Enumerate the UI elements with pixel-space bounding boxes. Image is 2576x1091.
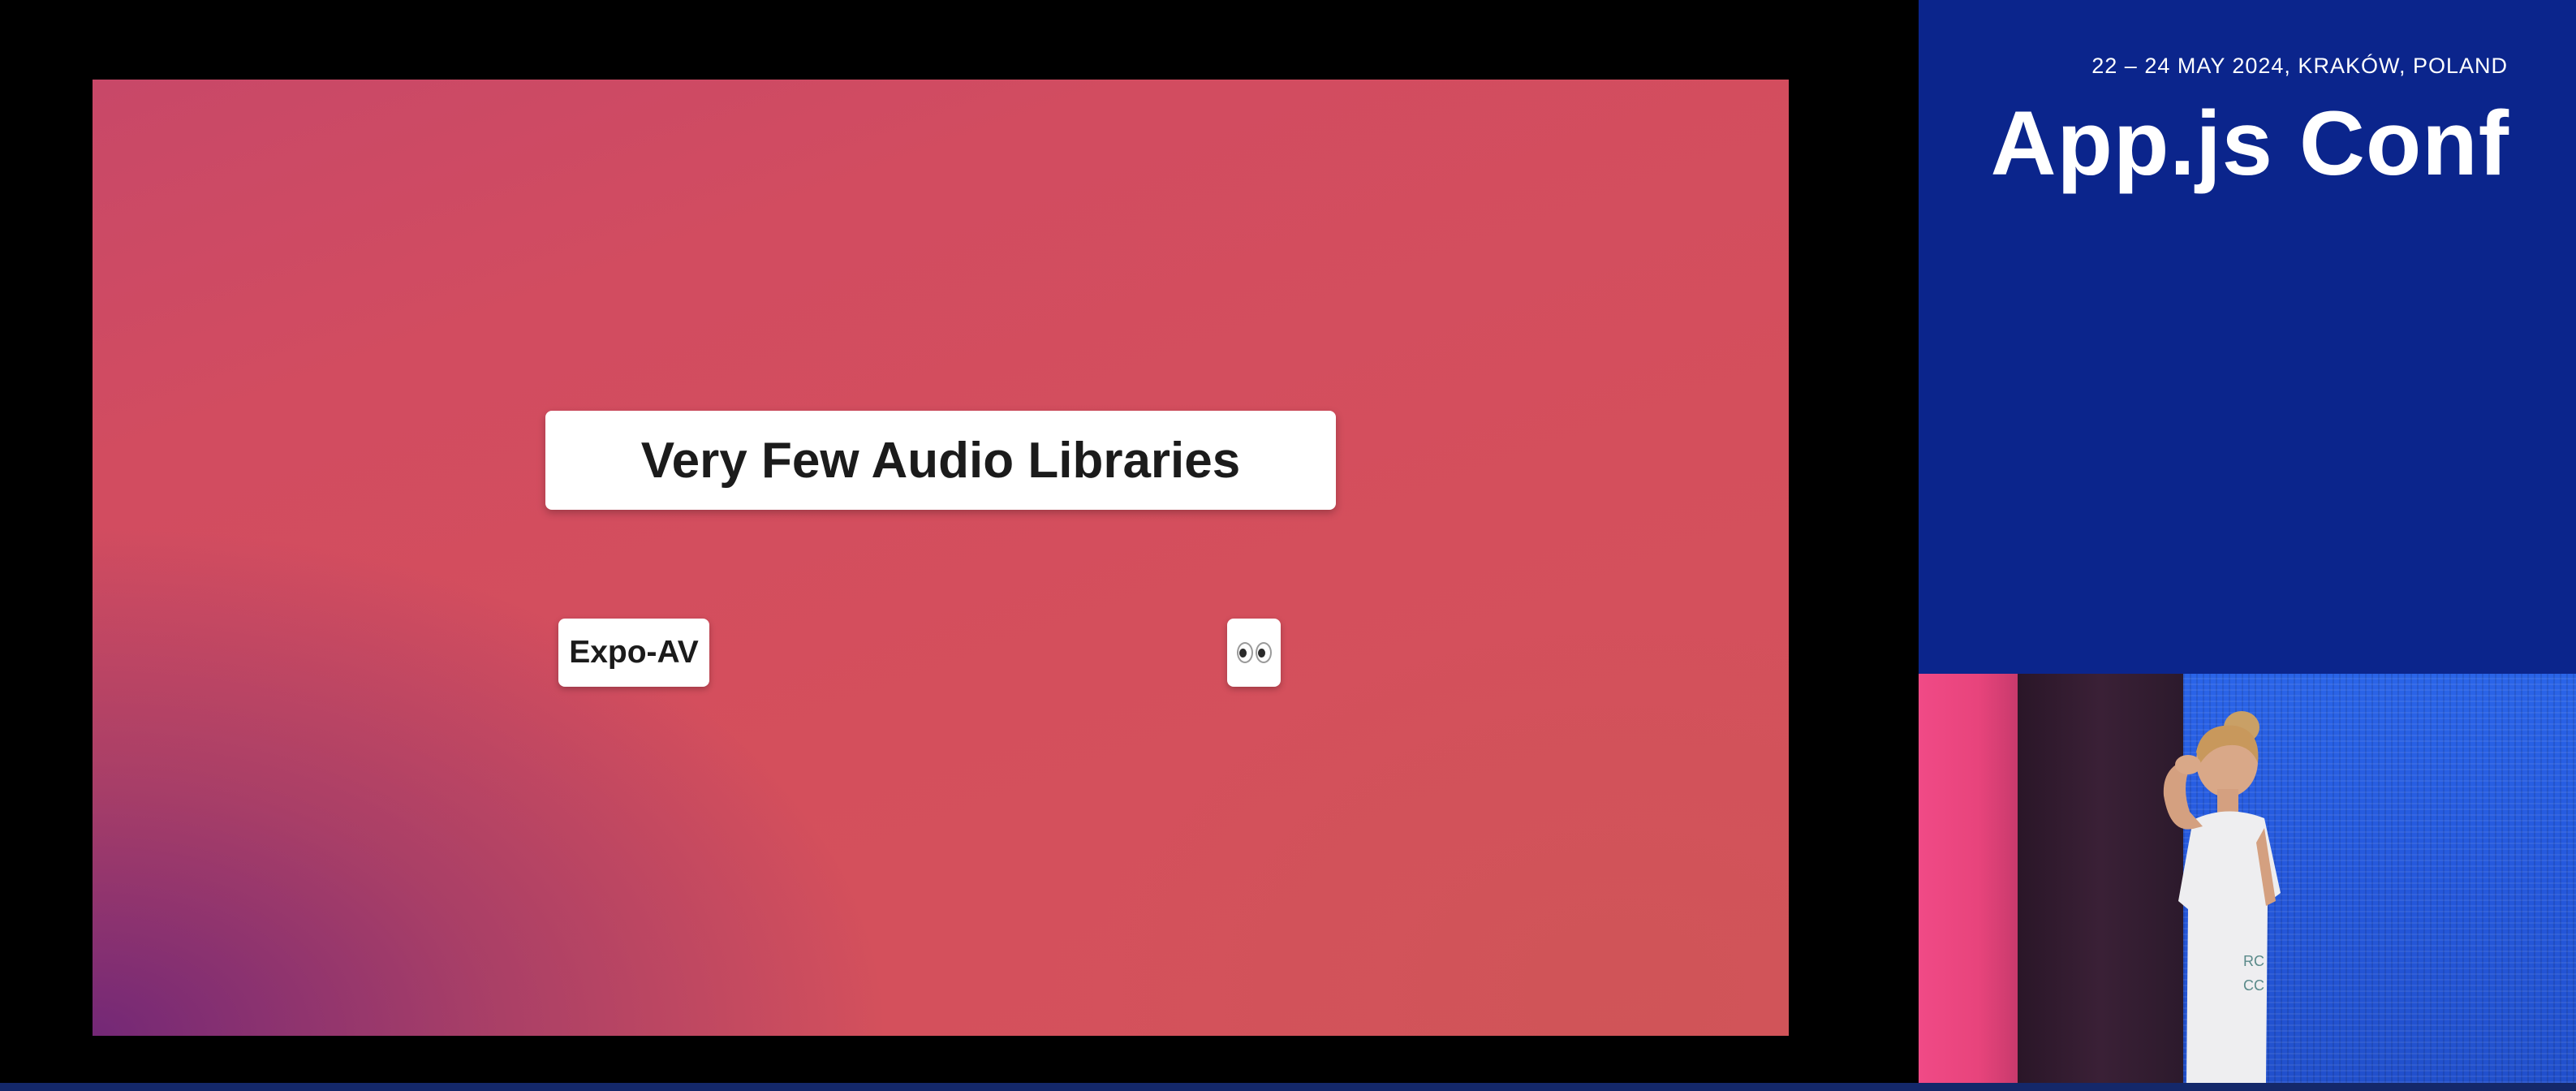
player-progress-strip xyxy=(0,1083,2576,1091)
speaker-camera-feed: RC CC xyxy=(1919,674,2576,1083)
svg-text:CC: CC xyxy=(2243,977,2264,994)
speaker-figure: RC CC xyxy=(2163,711,2281,1083)
presentation-slide: Very Few Audio Libraries Expo-AV xyxy=(93,80,1789,1036)
conference-date-location: 22 – 24 MAY 2024, KRAKÓW, POLAND xyxy=(2091,54,2508,78)
slide-title-card: Very Few Audio Libraries xyxy=(545,411,1336,510)
video-frame: Very Few Audio Libraries Expo-AV 22 – 24… xyxy=(0,0,2576,1091)
svg-text:RC: RC xyxy=(2243,953,2264,969)
library-chip-eyes xyxy=(1227,619,1281,687)
library-chip-expo-av: Expo-AV xyxy=(558,619,709,687)
conference-name: App.js Conf xyxy=(1990,93,2509,194)
conference-branding-panel: 22 – 24 MAY 2024, KRAKÓW, POLAND App.js … xyxy=(1919,0,2576,674)
slide-title: Very Few Audio Libraries xyxy=(640,432,1241,489)
eyes-emoji-icon xyxy=(1236,642,1272,663)
library-chip-label: Expo-AV xyxy=(569,635,699,670)
stage-led-wall-pink xyxy=(1919,674,2018,1083)
